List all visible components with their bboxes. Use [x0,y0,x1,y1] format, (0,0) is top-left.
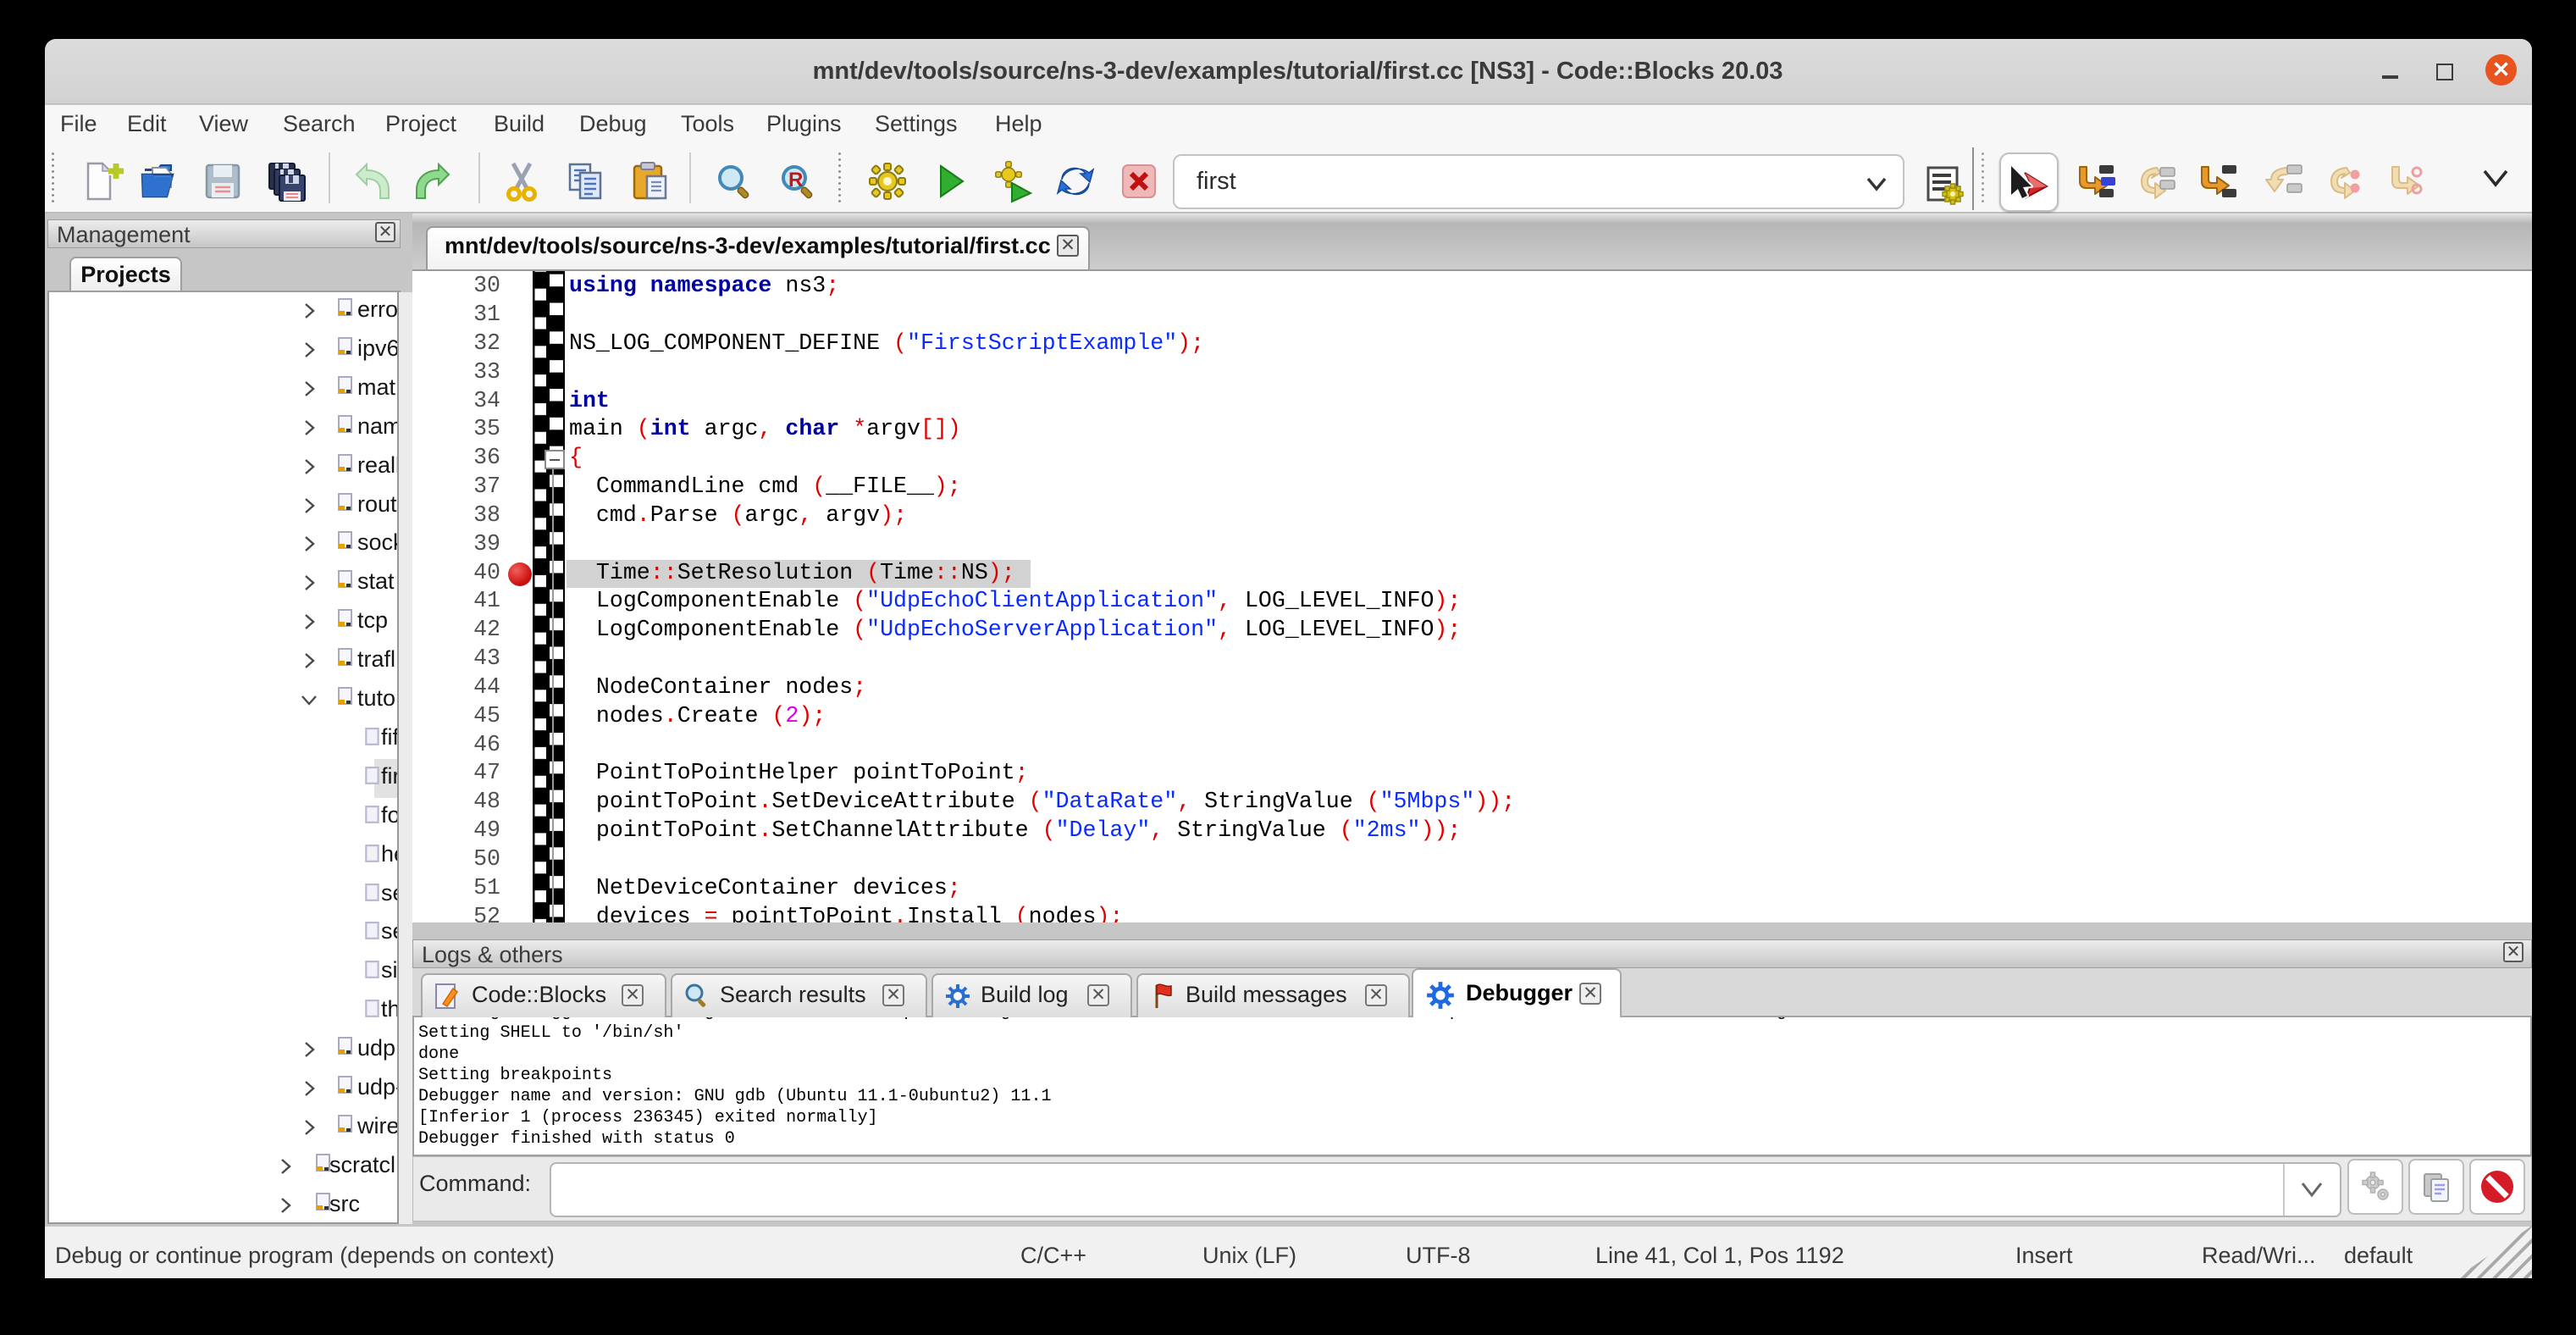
svg-text:R: R [788,169,803,191]
